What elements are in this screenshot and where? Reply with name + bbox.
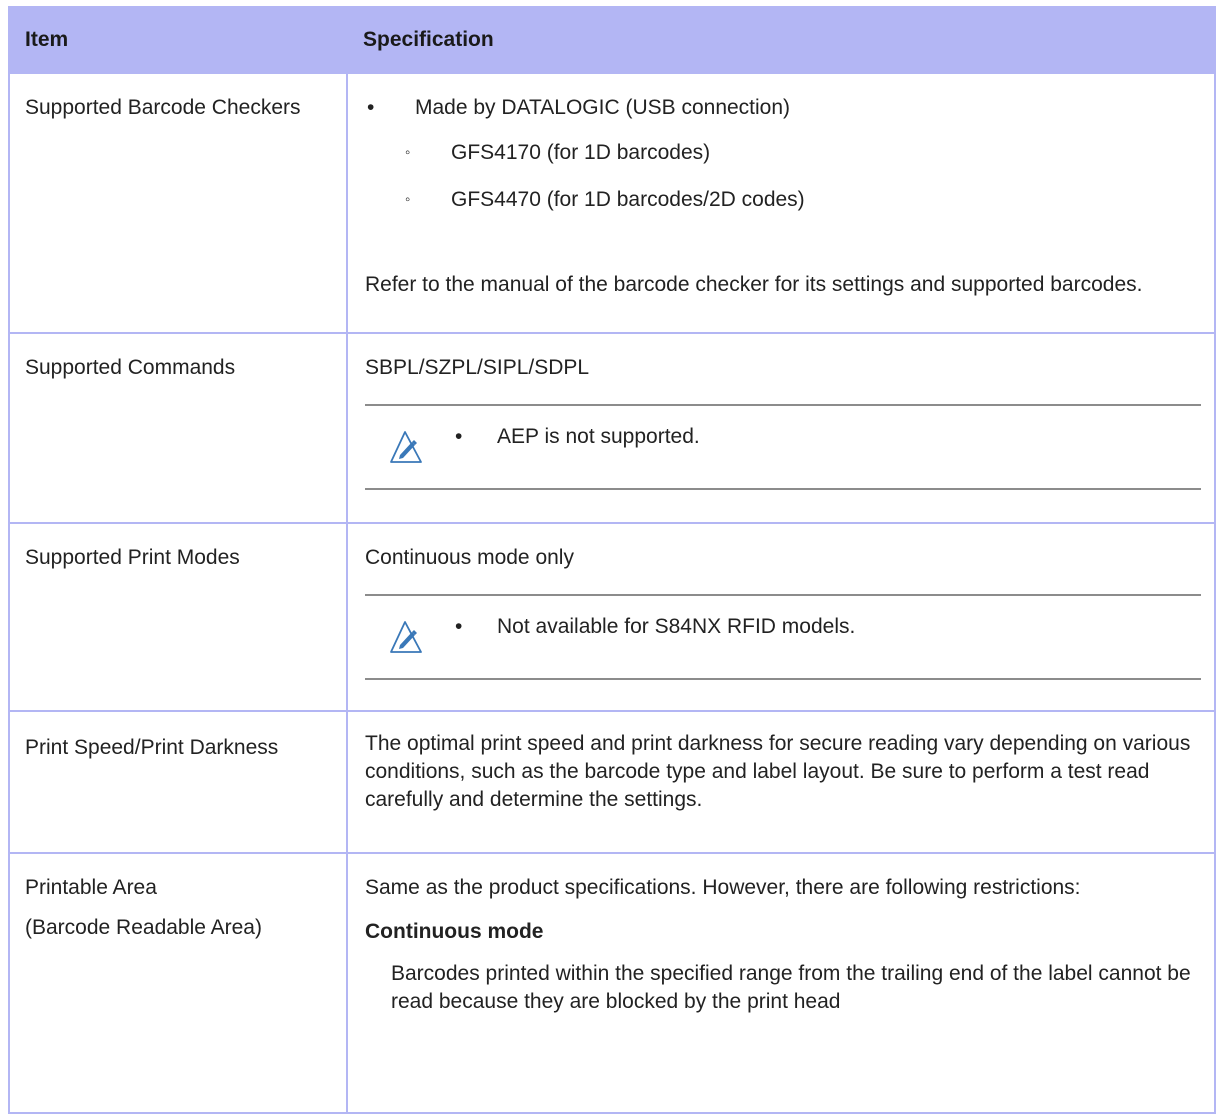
sub-list-item: ◦ GFS4470 (for 1D barcodes/2D codes) <box>365 186 1198 215</box>
row-value: Continuous mode only <box>365 546 574 569</box>
table-row: Supported Print Modes Continuous mode on… <box>8 522 1216 712</box>
header-specification: Specification <box>346 6 1216 74</box>
row-value-cell: • Made by DATALOGIC (USB connection) ◦ G… <box>346 72 1216 334</box>
row-label-cell: Supported Print Modes <box>8 522 348 712</box>
subheading: Continuous mode <box>365 920 544 943</box>
header-item: Item <box>8 6 348 74</box>
sub-list-item-text: GFS4170 (for 1D barcodes) <box>451 141 711 164</box>
row-label-cell: Supported Barcode Checkers <box>8 72 348 334</box>
table-row: Printable Area (Barcode Readable Area) S… <box>8 852 1216 1114</box>
row-label: Printable Area <box>25 876 157 899</box>
row-label-cell: Print Speed/Print Darkness <box>8 710 348 854</box>
row-label-cell: Supported Commands <box>8 332 348 524</box>
table-row: Supported Barcode Checkers • Made by DAT… <box>8 72 1216 334</box>
bullet-symbol: • <box>367 96 375 119</box>
row-label-secondary: (Barcode Readable Area) <box>25 916 262 939</box>
row-value-cell: Continuous mode only • Not available for… <box>346 522 1216 712</box>
row-value: The optimal print speed and print darkne… <box>365 732 1191 811</box>
header-row: Item Specification <box>8 6 1216 74</box>
table-row: Supported Commands SBPL/SZPL/SIPL/SDPL •… <box>8 332 1216 524</box>
table-row: Print Speed/Print Darkness The optimal p… <box>8 710 1216 854</box>
row-label: Print Speed/Print Darkness <box>25 736 279 759</box>
subbullet-symbol: ◦ <box>405 144 411 161</box>
paragraph: Refer to the manual of the barcode check… <box>365 273 1143 296</box>
bullet-symbol: • <box>455 615 463 638</box>
sub-list-item-text: GFS4470 (for 1D barcodes/2D codes) <box>451 188 805 211</box>
bullet-symbol: • <box>455 425 463 448</box>
row-label: Supported Print Modes <box>25 546 240 569</box>
note-text: Not available for S84NX RFID models. <box>497 615 856 638</box>
spec-table: Item Specification Supported Barcode Che… <box>8 6 1216 1114</box>
row-value-cell: SBPL/SZPL/SIPL/SDPL • AEP is not support… <box>346 332 1216 524</box>
list-item-text: Made by DATALOGIC (USB connection) <box>415 96 791 119</box>
pencil-note-icon <box>390 621 422 653</box>
subbullet-symbol: ◦ <box>405 191 411 208</box>
row-value: Same as the product specifications. Howe… <box>365 876 1081 899</box>
row-label-cell: Printable Area (Barcode Readable Area) <box>8 852 348 1114</box>
row-label: Supported Barcode Checkers <box>25 96 301 119</box>
pencil-note-icon <box>390 431 422 463</box>
row-label: Supported Commands <box>25 356 236 379</box>
note-box: • Not available for S84NX RFID models. <box>365 594 1201 680</box>
row-value: SBPL/SZPL/SIPL/SDPL <box>365 356 590 379</box>
list-item: • Made by DATALOGIC (USB connection) <box>365 94 1198 125</box>
paragraph: Barcodes printed within the specified ra… <box>391 962 1191 1013</box>
sub-list-item: ◦ GFS4170 (for 1D barcodes) <box>365 139 1198 168</box>
note-box: • AEP is not supported. <box>365 404 1201 490</box>
row-value-cell: Same as the product specifications. Howe… <box>346 852 1216 1114</box>
row-value-cell: The optimal print speed and print darkne… <box>346 710 1216 854</box>
note-text: AEP is not supported. <box>497 425 700 448</box>
